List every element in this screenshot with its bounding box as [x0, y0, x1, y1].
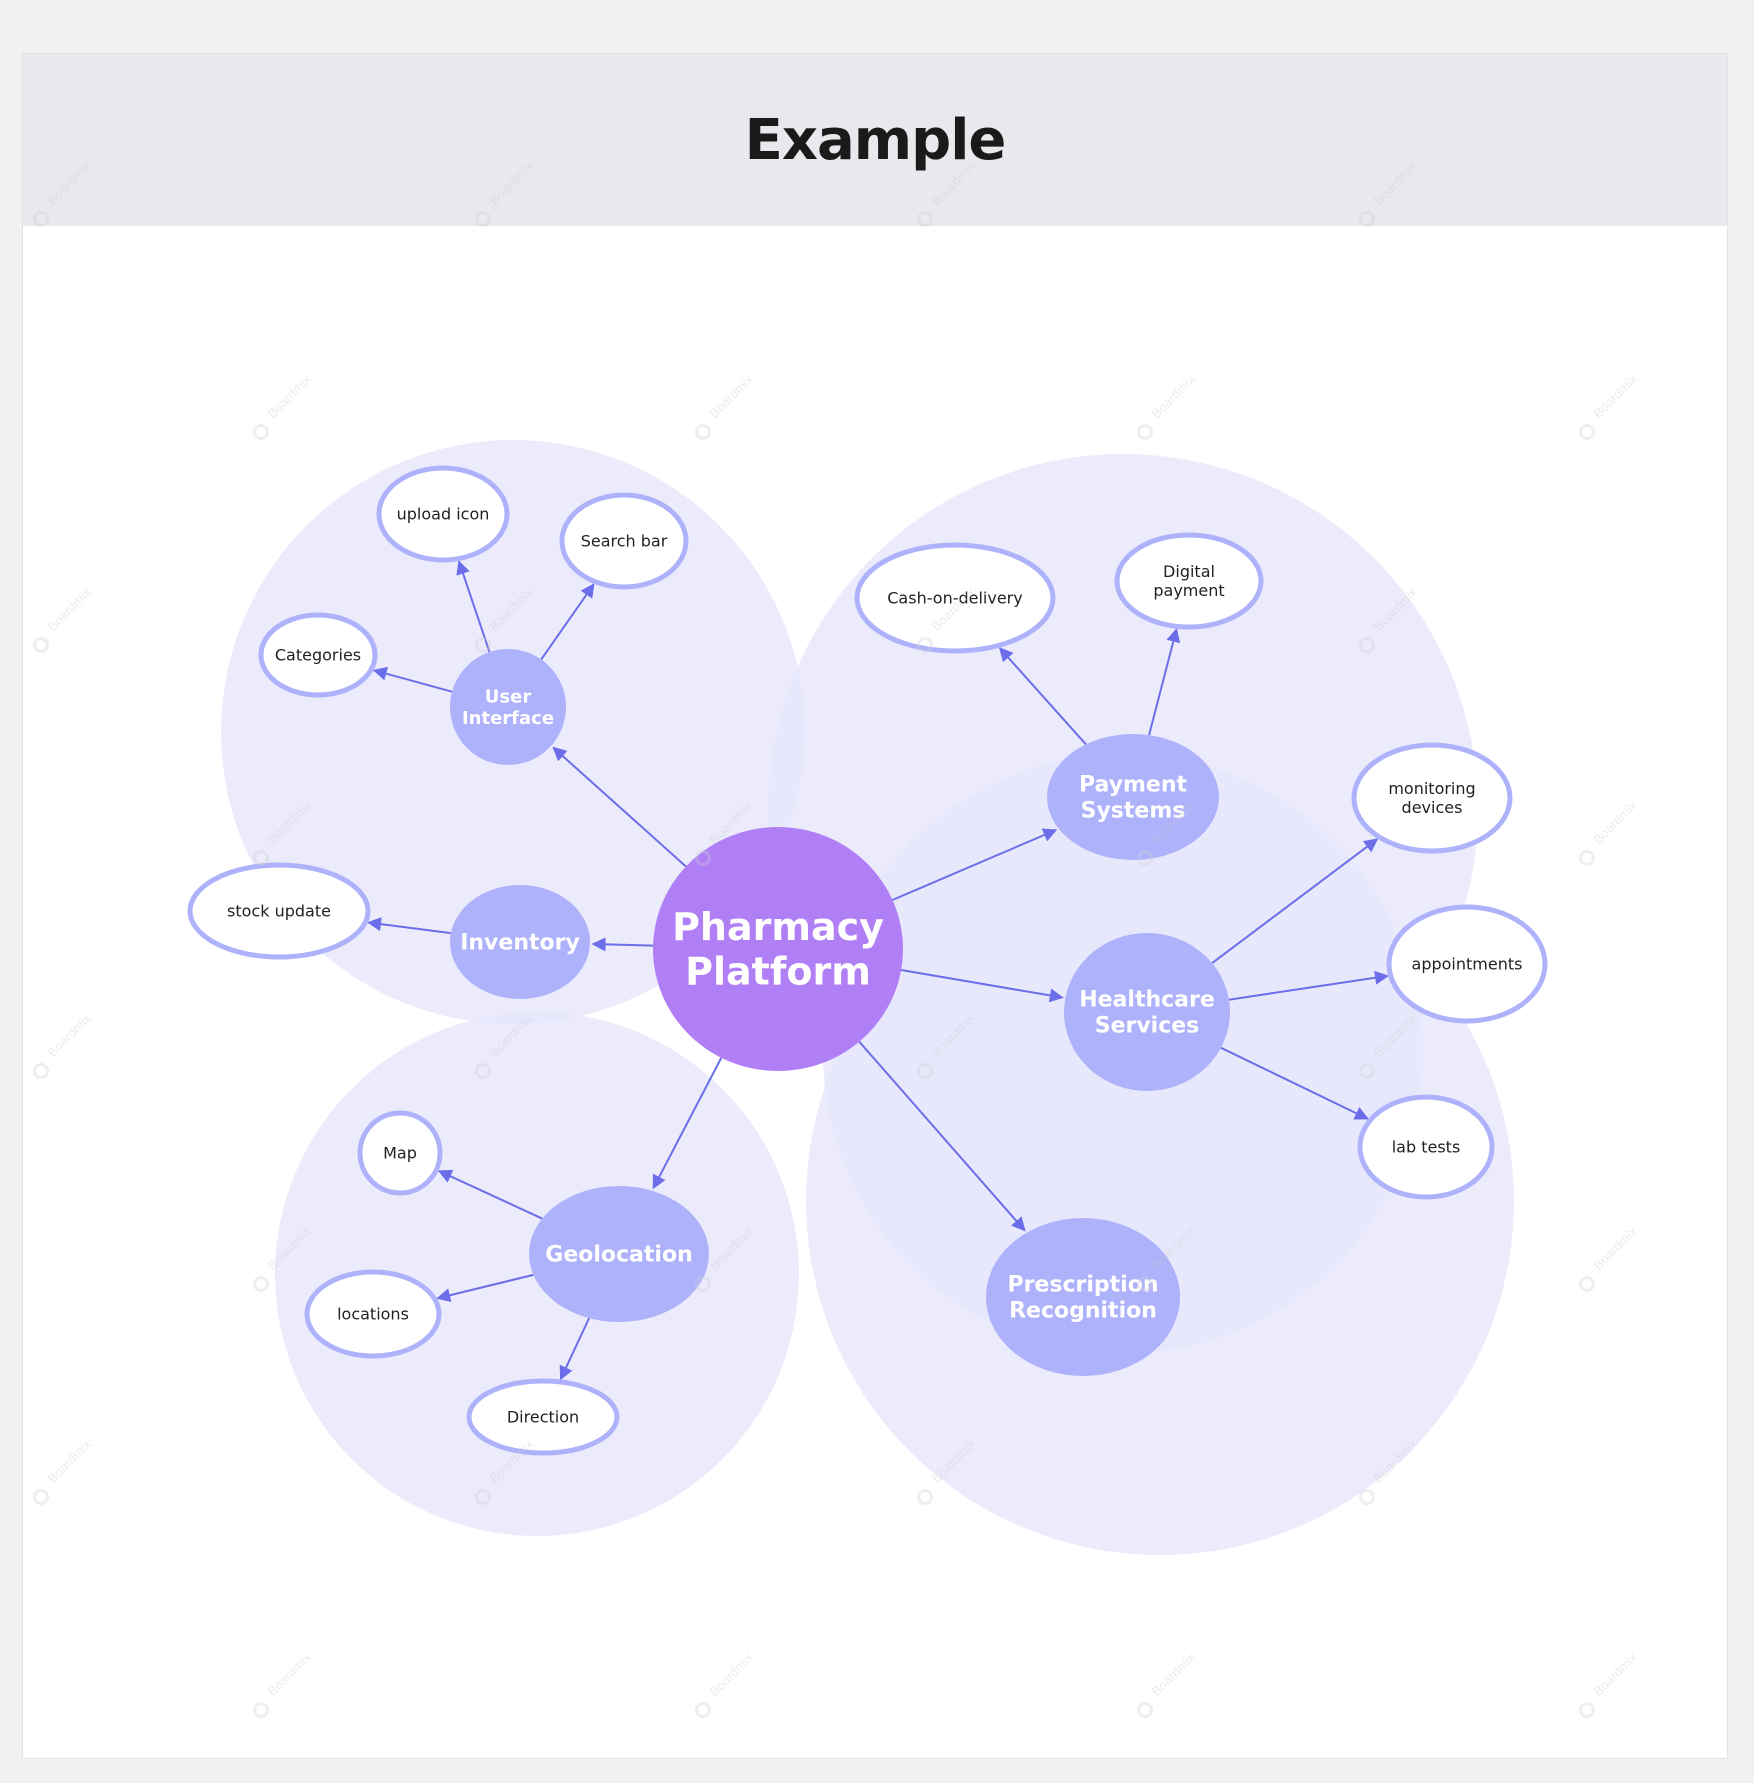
node-label: Inventory: [460, 931, 580, 956]
leaf-node-map[interactable]: Map: [357, 1110, 443, 1196]
mind-map-diagram: PharmacyPlatform UserInterface Inventory Pa…: [187, 440, 1548, 1555]
node-label: Services: [1095, 1014, 1200, 1039]
hub-node-inventory[interactable]: Inventory: [450, 885, 590, 999]
hub-node-payment[interactable]: PaymentSystems: [1047, 734, 1219, 860]
node-label: Digital: [1163, 562, 1215, 581]
node-label: Interface: [462, 708, 554, 729]
hub-node-healthcare[interactable]: HealthcareServices: [1064, 933, 1230, 1091]
hub-node-prescription[interactable]: PrescriptionRecognition: [986, 1218, 1180, 1376]
node-label: User: [485, 687, 532, 708]
hub-node-user-interface[interactable]: UserInterface: [450, 649, 566, 765]
node-label: upload icon: [397, 505, 490, 524]
node-label: monitoring: [1388, 779, 1475, 798]
leaf-node-digital-payment[interactable]: Digitalpayment: [1114, 532, 1264, 630]
leaf-node-stock-update[interactable]: stock update: [187, 862, 371, 960]
node-label: Categories: [275, 646, 361, 665]
leaf-node-cash-on-delivery[interactable]: Cash-on-delivery: [854, 542, 1056, 654]
center-node[interactable]: PharmacyPlatform: [653, 827, 903, 1071]
node-label: lab tests: [1392, 1138, 1461, 1157]
node-label: Pharmacy: [672, 905, 884, 949]
node-label: Direction: [507, 1408, 579, 1427]
leaf-node-monitoring-devices[interactable]: monitoringdevices: [1351, 742, 1513, 854]
node-label: Recognition: [1009, 1299, 1157, 1324]
node-label: appointments: [1412, 955, 1523, 974]
hub-node-geolocation[interactable]: Geolocation: [529, 1186, 709, 1322]
node-label: Platform: [685, 950, 871, 994]
board-page: Example Pharmacy Platform User Interface Inv…: [22, 53, 1728, 1759]
node-label: Payment: [1079, 773, 1188, 798]
node-label: Geolocation: [545, 1243, 692, 1268]
node-label: locations: [337, 1305, 409, 1324]
leaf-node-locations[interactable]: locations: [304, 1269, 442, 1359]
node-label: Healthcare: [1079, 988, 1215, 1013]
node-label: Search bar: [581, 532, 668, 551]
node-label: devices: [1402, 798, 1463, 817]
leaf-node-direction[interactable]: Direction: [466, 1378, 620, 1456]
leaf-node-search-bar[interactable]: Search bar: [559, 492, 689, 590]
leaf-node-lab-tests[interactable]: lab tests: [1357, 1094, 1495, 1200]
node-label: payment: [1153, 581, 1224, 600]
leaf-node-appointments[interactable]: appointments: [1386, 904, 1548, 1024]
node-label: Cash-on-delivery: [887, 589, 1022, 608]
node-label: Map: [383, 1144, 417, 1163]
leaf-node-upload-icon[interactable]: upload icon: [376, 465, 510, 563]
leaf-node-categories[interactable]: Categories: [258, 612, 378, 698]
node-label: stock update: [227, 902, 331, 921]
node-label: Prescription: [1007, 1273, 1158, 1298]
node-label: Systems: [1081, 799, 1186, 824]
